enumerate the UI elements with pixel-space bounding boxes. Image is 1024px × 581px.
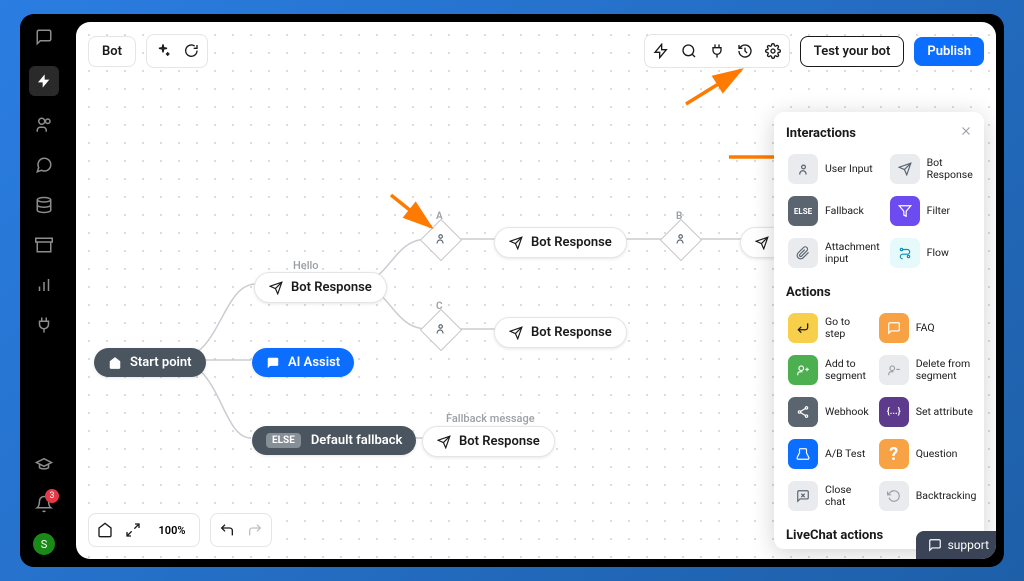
question-item[interactable]: ?Question xyxy=(877,436,979,472)
ab-test-item[interactable]: A/B Test xyxy=(786,436,871,472)
sidebar-rail: 3 S xyxy=(20,14,68,567)
node-label: Bot Response xyxy=(459,434,540,449)
canvas-panel: Bot Test your bot Publish 100% xyxy=(76,22,996,559)
node-label: Bot Response xyxy=(531,235,612,250)
home-icon[interactable] xyxy=(93,518,117,542)
backtracking-item[interactable]: Backtracking xyxy=(877,478,979,514)
start-point-node[interactable]: Start point xyxy=(94,348,206,377)
test-bot-button[interactable]: Test your bot xyxy=(800,36,905,67)
chart-icon[interactable] xyxy=(33,274,55,296)
interactions-heading: Interactions xyxy=(786,126,972,141)
attachment-input-item[interactable]: Attachment input xyxy=(786,235,882,271)
gear-icon[interactable] xyxy=(761,39,785,63)
notification-badge: 3 xyxy=(45,489,59,503)
education-icon[interactable] xyxy=(33,453,55,475)
archive-icon[interactable] xyxy=(33,234,55,256)
bolt-icon[interactable] xyxy=(29,66,59,96)
plug-small-icon[interactable] xyxy=(705,39,729,63)
redo-icon[interactable] xyxy=(243,518,267,542)
node-label: Bot Response xyxy=(291,280,372,295)
close-chat-item[interactable]: Close chat xyxy=(786,478,871,514)
bot-response-node-1[interactable]: Bot Response xyxy=(254,272,387,303)
user-input-item[interactable]: User Input xyxy=(786,151,882,187)
interactions-popover: Interactions User Input Bot Response ELS… xyxy=(774,112,984,549)
fallback-item[interactable]: ELSEFallback xyxy=(786,193,882,229)
default-fallback-node[interactable]: ELSE Default fallback xyxy=(252,426,416,455)
edge-hello: Hello xyxy=(293,259,319,272)
search-icon[interactable] xyxy=(677,39,701,63)
database-icon[interactable] xyxy=(33,194,55,216)
webhook-item[interactable]: Webhook xyxy=(786,394,871,430)
filter-item[interactable]: Filter xyxy=(888,193,975,229)
ai-assist-node[interactable]: AI Assist xyxy=(252,348,354,377)
zoom-level[interactable]: 100% xyxy=(149,518,195,542)
publish-button[interactable]: Publish xyxy=(914,37,984,66)
go-to-step-item[interactable]: Go to step xyxy=(786,310,871,346)
avatar[interactable]: S xyxy=(33,533,55,555)
expand-icon[interactable] xyxy=(121,518,145,542)
bolt-outline-icon[interactable] xyxy=(649,39,673,63)
start-point-label: Start point xyxy=(130,355,192,370)
bot-response-item[interactable]: Bot Response xyxy=(888,151,975,187)
chat-outline-icon[interactable] xyxy=(33,154,55,176)
bot-response-node-5[interactable]: Bot Response xyxy=(422,426,555,457)
set-attribute-item[interactable]: {...}Set attribute xyxy=(877,394,979,430)
delete-from-segment-item[interactable]: Delete from segment xyxy=(877,352,979,388)
node-label: AI Assist xyxy=(288,355,340,370)
faq-item[interactable]: FAQ xyxy=(877,310,979,346)
add-to-segment-item[interactable]: Add to segment xyxy=(786,352,871,388)
bot-response-node-2[interactable]: Bot Response xyxy=(494,227,627,258)
close-icon[interactable] xyxy=(959,123,973,142)
chat-icon[interactable] xyxy=(33,26,55,48)
node-label: Default fallback xyxy=(311,433,403,448)
bot-dropdown[interactable]: Bot xyxy=(88,36,136,67)
plug-icon[interactable] xyxy=(33,314,55,336)
support-button[interactable]: support xyxy=(916,531,996,559)
chat-refresh-icon[interactable] xyxy=(179,39,203,63)
people-icon[interactable] xyxy=(33,114,55,136)
actions-heading: Actions xyxy=(786,285,972,300)
node-label: Bot Response xyxy=(531,325,612,340)
bell-icon[interactable]: 3 xyxy=(33,493,55,515)
bot-response-node-3[interactable]: Bot Response xyxy=(494,317,627,348)
else-badge: ELSE xyxy=(266,433,301,448)
history-icon[interactable] xyxy=(733,39,757,63)
edge-fallback: Fallback message xyxy=(446,412,535,425)
sparkle-icon[interactable] xyxy=(151,39,175,63)
undo-icon[interactable] xyxy=(215,518,239,542)
flow-item[interactable]: Flow xyxy=(888,235,975,271)
